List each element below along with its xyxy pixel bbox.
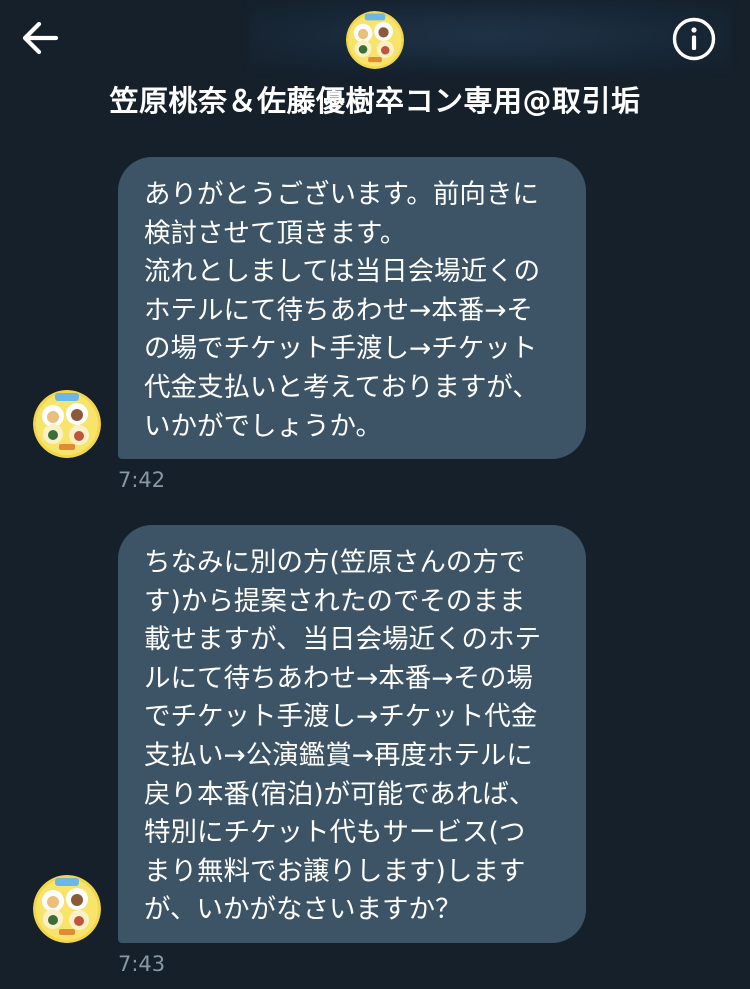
message-line: 戻り本番(宿泊)が可能であれば、 [144,778,536,810]
info-circle-icon [672,17,716,61]
sender-avatar[interactable] [33,875,101,943]
message-bubble[interactable]: ありがとうございます。前向きに 検討させて頂きます。 流れとしましては当日会場近… [118,157,586,459]
avatar-image [33,390,101,458]
message-line: 代金支払いと考えておりますが、 [144,371,539,403]
conversation-title: 笠原桃奈＆佐藤優樹卒コン専用@取引垢 [109,84,641,118]
message-line: 流れとしましては当日会場近くの [144,256,541,288]
header-avatar[interactable] [346,11,404,69]
message-timestamp: 7:43 [118,952,166,976]
conversation-header: 笠原桃奈＆佐藤優樹卒コン専用@取引垢 [0,0,750,130]
avatar-image [33,875,101,943]
message-line: が、いかがなさいますか？ [144,894,462,926]
message-line: 検討させて頂きます。 [144,217,407,249]
message-line: す)から提案されたのでそのまま [144,585,526,617]
message-bubble[interactable]: ちなみに別の方(笠原さんの方で す)から提案されたのでそのまま 載せますが、当日… [118,525,586,943]
message-line: 特別にチケット代もサービス(つ [144,817,526,849]
arrow-left-icon [22,21,59,55]
message-line: の場でチケット手渡し→チケット [144,333,538,365]
message-line: ルにて待ちあわせ→本番→その場 [144,662,533,694]
message-line: 載せますが、当日会場近くのホテ [144,624,541,656]
header-background-glow [250,0,730,70]
message-timestamp: 7:42 [118,468,166,492]
sender-avatar[interactable] [33,390,101,458]
message-line: ありがとうございます。前向きに [144,179,539,210]
back-button[interactable] [18,18,66,58]
message-line: いかがでしょうか。 [144,410,382,442]
message-line: ホテルにて待ちあわせ→本番→そ [144,294,533,326]
avatar-image [346,11,404,69]
conversation-info-button[interactable] [671,16,717,62]
message-line: 支払い→公演鑑賞→再度ホテルに [144,739,533,771]
message-line: まり無料でお譲りします)します [144,855,526,887]
message-line: でチケット手渡し→チケット代金 [144,701,538,733]
message-line: ちなみに別の方(笠原さんの方で [144,547,526,578]
